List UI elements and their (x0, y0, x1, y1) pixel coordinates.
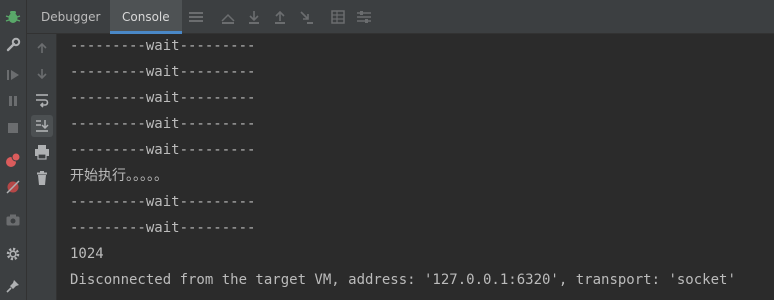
down-arrow-icon[interactable] (31, 63, 53, 85)
console-line: ---------wait--------- (70, 220, 256, 236)
console-line: ---------wait--------- (70, 142, 256, 158)
settings-icon[interactable] (4, 245, 22, 263)
console-line: ---------wait--------- (70, 90, 256, 106)
resume-icon[interactable] (4, 66, 22, 84)
up-arrow-icon[interactable] (31, 37, 53, 59)
scroll-to-end-icon[interactable] (31, 115, 53, 137)
step-into-icon[interactable] (272, 9, 288, 25)
console-line: ---------wait--------- (70, 116, 256, 132)
stop-icon[interactable] (4, 119, 22, 137)
trash-icon[interactable] (31, 167, 53, 189)
console-line: 开始执行。。。。。 (70, 168, 168, 184)
debug-tab-bar: Debugger Console (27, 0, 774, 34)
debug-tool-window: Debugger Console ---------wait--------- … (0, 0, 774, 300)
console-line: ---------wait--------- (70, 194, 256, 210)
console-line: ---------wait--------- (70, 38, 256, 54)
show-execution-point-icon[interactable] (220, 9, 236, 25)
tab-console[interactable]: Console (110, 0, 182, 34)
soft-wrap-icon[interactable] (31, 89, 53, 111)
camera-icon[interactable] (4, 211, 22, 229)
step-out-icon[interactable] (298, 9, 314, 25)
tab-debugger[interactable]: Debugger (29, 0, 112, 34)
debug-bug-icon[interactable] (4, 8, 22, 26)
debug-actions-strip (0, 0, 27, 300)
console-line: Disconnected from the target VM, address… (70, 272, 736, 288)
print-icon[interactable] (31, 141, 53, 163)
wrench-icon[interactable] (4, 36, 22, 54)
pin-icon[interactable] (4, 277, 22, 295)
console-line: ---------wait--------- (70, 64, 256, 80)
step-over-icon[interactable] (246, 9, 262, 25)
trace-icon[interactable] (356, 9, 372, 25)
console-output[interactable]: ---------wait--------- ---------wait----… (58, 34, 774, 300)
menu-icon[interactable] (188, 9, 204, 25)
console-line: 1024 (70, 246, 104, 262)
mute-breakpoints-icon[interactable] (4, 178, 22, 196)
view-breakpoints-icon[interactable] (4, 151, 22, 169)
console-toolbar (27, 34, 57, 300)
pause-icon[interactable] (4, 92, 22, 110)
evaluate-expression-icon[interactable] (330, 9, 346, 25)
